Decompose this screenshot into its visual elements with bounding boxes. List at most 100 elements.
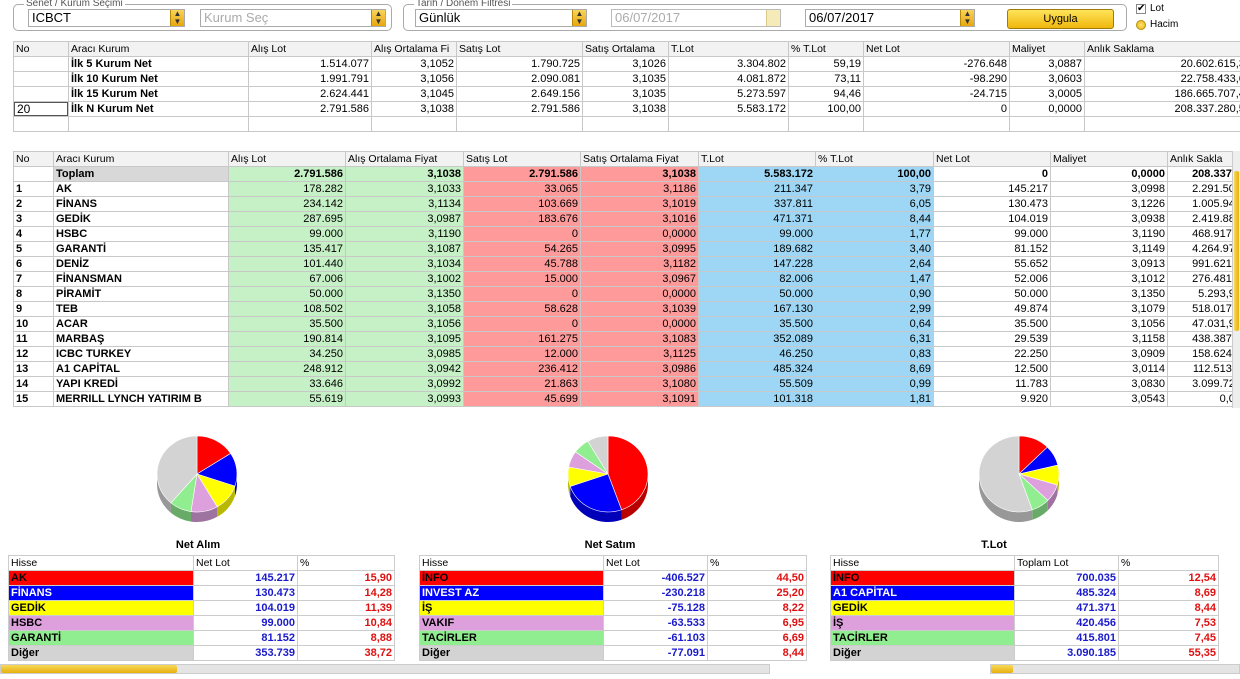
pie-table-row[interactable]: VAKIF -63.533 6,95 — [419, 615, 807, 631]
chevron-updown-icon[interactable]: ▲ ▼ — [371, 10, 385, 26]
broker-table-scrollbar[interactable] — [1232, 151, 1240, 408]
summary-col-header[interactable]: % T.Lot — [788, 41, 864, 57]
pie-table-row[interactable]: İNFO -406.527 44,50 — [419, 570, 807, 586]
summary-cell: 3,0887 — [1009, 56, 1085, 72]
pie-table-row[interactable]: Diğer 3.090.185 55,35 — [830, 645, 1219, 661]
broker-col-header[interactable]: T.Lot — [698, 151, 816, 167]
apply-button[interactable]: Uygula — [1007, 9, 1114, 29]
summary-col-header[interactable]: No — [13, 41, 69, 57]
summary-col-header[interactable]: Alış Ortalama Fi — [371, 41, 457, 57]
broker-col-header[interactable]: Alış Lot — [228, 151, 346, 167]
pie-table-row[interactable]: TACİRLER -61.103 6,69 — [419, 630, 807, 646]
scrollbar-thumb[interactable] — [991, 665, 1013, 673]
summary-cell: 0 — [863, 101, 1010, 117]
broker-row[interactable]: 12 ICBC TURKEY 34.250 3,0985 12.000 3,1125 46.… — [13, 346, 1232, 362]
pie-table-col-header[interactable]: Net Lot — [193, 555, 298, 571]
summary-row[interactable]: 20 İlk N Kurum Net 2.791.586 3,1038 2.791.58… — [13, 101, 1240, 117]
broker-row[interactable]: 2 FİNANS 234.142 3,1134 103.669 3,1019 337.811… — [13, 196, 1232, 212]
radio-icon[interactable] — [1136, 20, 1146, 30]
pie-table-row[interactable]: AK 145.217 15,90 — [8, 570, 395, 586]
broker-cell: 3,0114 — [1050, 361, 1168, 377]
summary-col-header[interactable]: Anlık Saklama — [1084, 41, 1240, 57]
summary-col-header[interactable]: Net Lot — [863, 41, 1010, 57]
date-from-field[interactable]: 06/07/2017 — [611, 9, 781, 27]
summary-row[interactable]: İlk 5 Kurum Net 1.514.077 3,1052 1.790.725 3… — [13, 56, 1240, 72]
broker-row[interactable]: 5 GARANTİ 135.417 3,1087 54.265 3,0995 189.682… — [13, 241, 1232, 257]
period-select[interactable]: Günlük ▲ ▼ — [415, 9, 587, 27]
scrollbar-thumb[interactable] — [1234, 171, 1239, 331]
broker-col-header[interactable]: % T.Lot — [815, 151, 934, 167]
chevron-updown-icon[interactable]: ▲ ▼ — [572, 10, 586, 26]
broker-col-header[interactable]: Alış Ortalama Fiyat — [345, 151, 464, 167]
summary-col-header[interactable]: Alış Lot — [248, 41, 372, 57]
date-to-select[interactable]: 06/07/2017 ▲ ▼ — [805, 9, 975, 27]
summary-col-header[interactable]: Satış Ortalama — [582, 41, 669, 57]
volume-option[interactable]: Hacim — [1136, 19, 1178, 31]
broker-row[interactable]: 1 AK 178.282 3,1033 33.065 3,1186 211.347 3,79 1… — [13, 181, 1232, 197]
pie-table-col-header[interactable]: Net Lot — [603, 555, 708, 571]
broker-cell: 147.228 — [698, 256, 816, 272]
summary-cell: 3,0603 — [1009, 71, 1085, 87]
summary-col-header[interactable]: Maliyet — [1009, 41, 1085, 57]
pie-table-row[interactable]: TACİRLER 415.801 7,45 — [830, 630, 1219, 646]
pie-table-col-header[interactable]: % — [297, 555, 395, 571]
lot-option[interactable]: ✔ Lot — [1136, 3, 1164, 15]
broker-col-header[interactable]: Maliyet — [1050, 151, 1168, 167]
broker-row[interactable]: 4 HSBC 99.000 3,1190 0 0,0000 99.000 1,77 99.000… — [13, 226, 1232, 242]
summary-row[interactable]: İlk 15 Kurum Net 2.624.441 3,1045 2.649.156… — [13, 86, 1240, 102]
pie-table-row[interactable]: INVEST AZ -230.218 25,20 — [419, 585, 807, 601]
pie-table-col-header[interactable]: % — [707, 555, 807, 571]
broker-row[interactable]: 8 PİRAMİT 50.000 3,1350 0 0,0000 50.000 0,90 50.… — [13, 286, 1232, 302]
summary-col-header[interactable]: Aracı Kurum — [68, 41, 249, 57]
broker-col-header[interactable]: Satış Ortalama Fiyat — [580, 151, 699, 167]
broker-col-header[interactable]: Net Lot — [933, 151, 1051, 167]
broker-cell: MERRILL LYNCH YATIRIM B — [53, 391, 229, 407]
chevron-updown-icon[interactable]: ▲ ▼ — [960, 10, 974, 26]
stock-select[interactable]: ICBCT ▲ ▼ — [28, 9, 185, 27]
broker-col-header[interactable]: Satış Lot — [463, 151, 581, 167]
broker-col-header[interactable]: Aracı Kurum — [53, 151, 229, 167]
pie-table-col-header[interactable]: % — [1118, 555, 1219, 571]
pie-table-col-header[interactable]: Hisse — [419, 555, 604, 571]
broker-row[interactable]: 15 MERRILL LYNCH YATIRIM B 55.619 3,0993 45.… — [13, 391, 1232, 407]
broker-row[interactable]: 11 MARBAŞ 190.814 3,1095 161.275 3,1083 352.08… — [13, 331, 1232, 347]
summary-col-header[interactable]: T.Lot — [668, 41, 789, 57]
scrollbar-thumb[interactable] — [1, 665, 177, 673]
broker-row[interactable]: 9 TEB 108.502 3,1058 58.628 3,1039 167.130 2,99… — [13, 301, 1232, 317]
pie-table-row[interactable]: Diğer -77.091 8,44 — [419, 645, 807, 661]
pie-table-row[interactable]: İNFO 700.035 12,54 — [830, 570, 1219, 586]
chevron-updown-icon[interactable]: ▲ ▼ — [170, 10, 184, 26]
summary-row[interactable]: İlk 10 Kurum Net 1.991.791 3,1056 2.090.081… — [13, 71, 1240, 87]
broker-row[interactable]: 13 A1 CAPİTAL 248.912 3,0942 236.412 3,0986 48… — [13, 361, 1232, 377]
pie-table-col-header[interactable]: Hisse — [830, 555, 1015, 571]
summary-col-header[interactable]: Satış Lot — [456, 41, 583, 57]
pie-table-row[interactable]: GEDİK 471.371 8,44 — [830, 600, 1219, 616]
broker-select[interactable]: Kurum Seç ▲ ▼ — [200, 9, 386, 27]
pie-table-row[interactable]: İŞ -75.128 8,22 — [419, 600, 807, 616]
broker-col-header[interactable]: Anlık Sakla — [1167, 151, 1232, 167]
pie-table-row[interactable]: FİNANS 130.473 14,28 — [8, 585, 395, 601]
bottom-scrollbar-left[interactable] — [0, 664, 770, 674]
checkbox-checked-icon[interactable]: ✔ — [1136, 4, 1146, 14]
broker-row[interactable]: 10 ACAR 35.500 3,1056 0 0,0000 35.500 0,64 35.50… — [13, 316, 1232, 332]
bottom-scrollbar-right[interactable] — [990, 664, 1240, 674]
pie-table-row[interactable]: GARANTİ 81.152 8,88 — [8, 630, 395, 646]
broker-cell: 183.676 — [463, 211, 581, 227]
broker-row[interactable]: 6 DENİZ 101.440 3,1034 45.788 3,1182 147.228 2,… — [13, 256, 1232, 272]
broker-col-header[interactable]: No — [13, 151, 54, 167]
broker-cell: 12.000 — [463, 346, 581, 362]
pie-table-row[interactable]: A1 CAPİTAL 485.324 8,69 — [830, 585, 1219, 601]
pie-table-row[interactable]: GEDİK 104.019 11,39 — [8, 600, 395, 616]
pie-table-row[interactable]: HSBC 99.000 10,84 — [8, 615, 395, 631]
pie-table-col-header[interactable]: Hisse — [8, 555, 194, 571]
broker-row[interactable]: 7 FİNANSMAN 67.006 3,1002 15.000 3,0967 82.006… — [13, 271, 1232, 287]
n-count-input[interactable]: 20 — [14, 102, 68, 116]
broker-row[interactable]: 3 GEDİK 287.695 3,0987 183.676 3,1016 471.371 8… — [13, 211, 1232, 227]
pie-table-col-header[interactable]: Toplam Lot — [1014, 555, 1119, 571]
calendar-icon[interactable] — [766, 10, 780, 26]
broker-row[interactable]: 14 YAPI KREDİ 33.646 3,0992 21.863 3,1080 55.5… — [13, 376, 1232, 392]
pie-table-row[interactable]: İŞ 420.456 7,53 — [830, 615, 1219, 631]
pie-table-row[interactable]: Diğer 353.739 38,72 — [8, 645, 395, 661]
row-number-cell: 10 — [13, 316, 54, 332]
broker-total-row[interactable]: Toplam 2.791.586 3,1038 2.791.586 3,1038 5.58… — [13, 166, 1232, 182]
